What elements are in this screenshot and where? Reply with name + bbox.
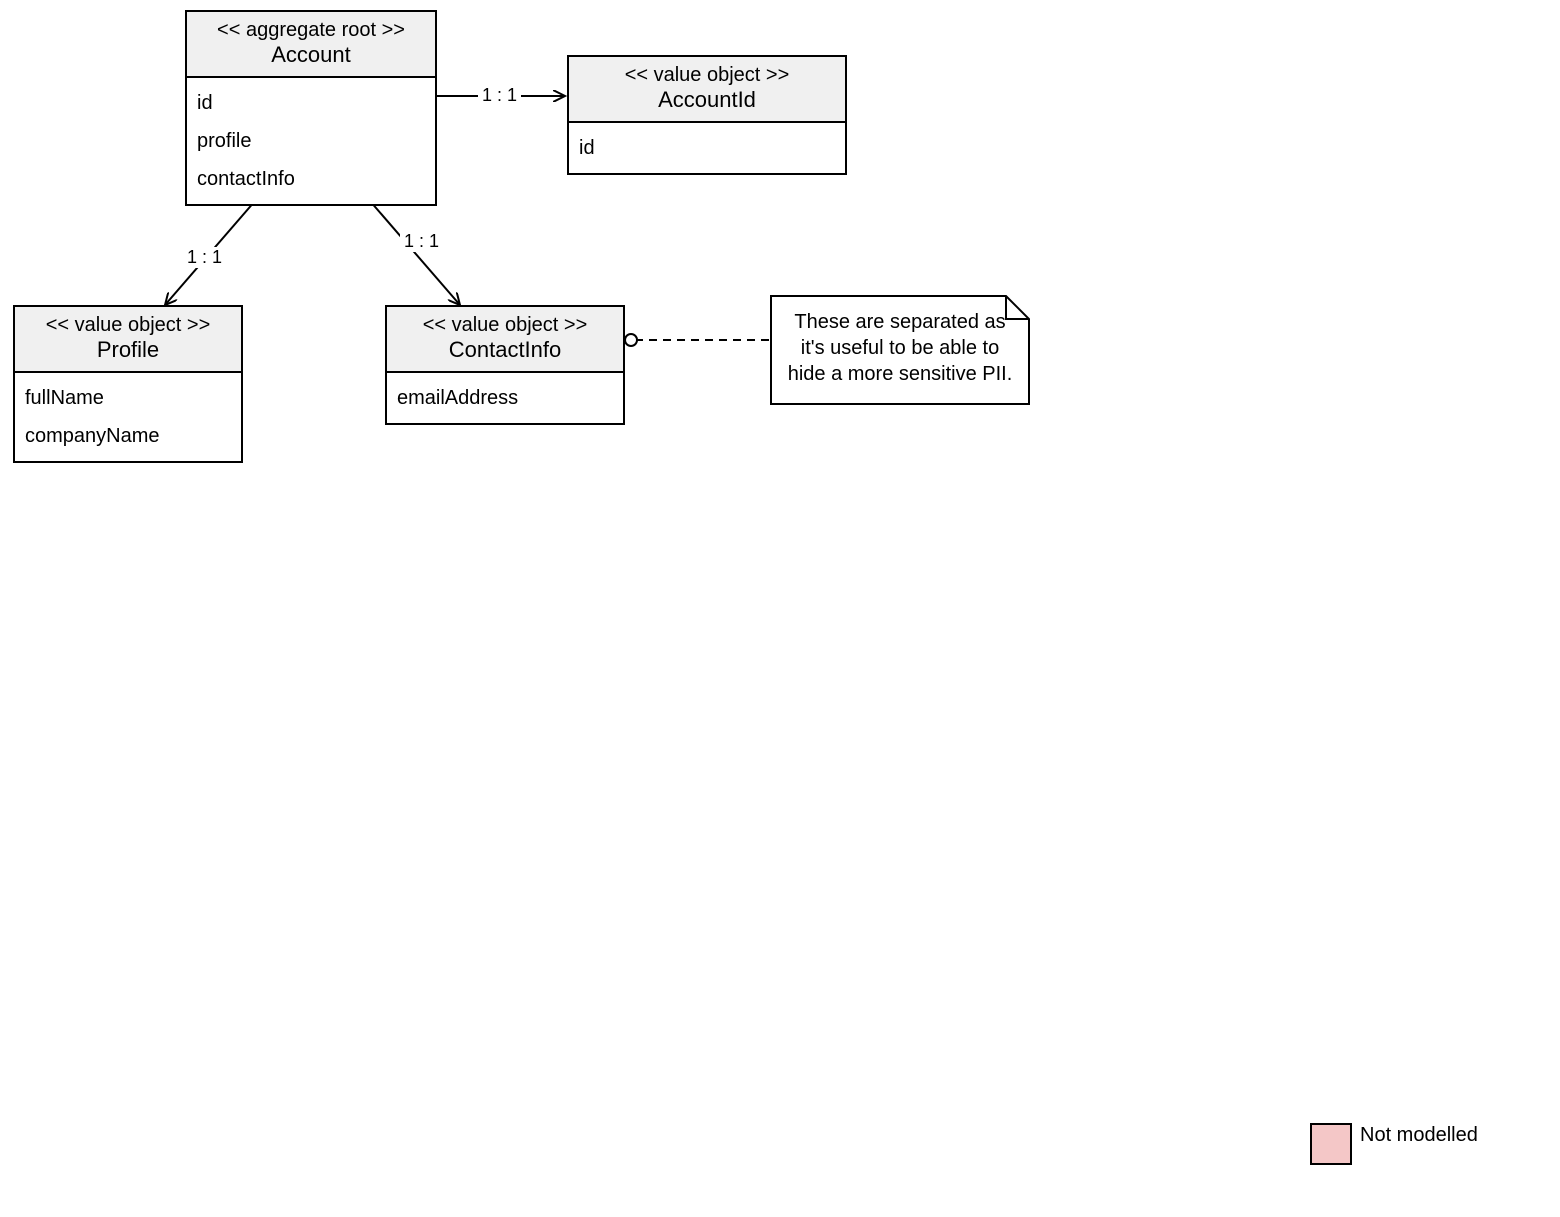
class-accountid-attr: id [579, 129, 835, 167]
class-profile: << value object >> Profile fullName comp… [13, 305, 243, 463]
note-text: These are separated as it's useful to be… [782, 309, 1018, 387]
assoc-account-contactinfo [370, 201, 460, 305]
class-profile-attr: companyName [25, 417, 231, 455]
class-accountid-header: << value object >> AccountId [569, 57, 845, 123]
class-accountid: << value object >> AccountId id [567, 55, 847, 175]
class-profile-body: fullName companyName [15, 373, 241, 461]
class-account-stereotype: << aggregate root >> [191, 18, 431, 42]
class-contactinfo-title: ContactInfo [391, 337, 619, 363]
class-contactinfo-body: emailAddress [387, 373, 623, 423]
class-profile-title: Profile [19, 337, 237, 363]
class-account-body: id profile contactInfo [187, 78, 435, 204]
class-account-attr: contactInfo [197, 160, 425, 198]
legend-swatch-not-modelled [1310, 1123, 1352, 1165]
class-account-title: Account [191, 42, 431, 68]
note-attachment-anchor-icon [625, 334, 637, 346]
class-contactinfo-stereotype: << value object >> [391, 313, 619, 337]
class-account-attr: profile [197, 122, 425, 160]
class-contactinfo-header: << value object >> ContactInfo [387, 307, 623, 373]
class-accountid-title: AccountId [573, 87, 841, 113]
note: These are separated as it's useful to be… [770, 295, 1030, 405]
class-contactinfo: << value object >> ContactInfo emailAddr… [385, 305, 625, 425]
assoc-label-account-accountid: 1 : 1 [478, 85, 521, 106]
class-profile-attr: fullName [25, 379, 231, 417]
class-account-header: << aggregate root >> Account [187, 12, 435, 78]
class-account-attr: id [197, 84, 425, 122]
class-profile-header: << value object >> Profile [15, 307, 241, 373]
class-accountid-body: id [569, 123, 845, 173]
class-account: << aggregate root >> Account id profile … [185, 10, 437, 206]
class-profile-stereotype: << value object >> [19, 313, 237, 337]
class-accountid-stereotype: << value object >> [573, 63, 841, 87]
assoc-label-account-profile: 1 : 1 [183, 247, 226, 268]
legend-label-not-modelled: Not modelled [1360, 1123, 1480, 1147]
class-contactinfo-attr: emailAddress [397, 379, 613, 417]
assoc-label-account-contactinfo: 1 : 1 [400, 231, 443, 252]
